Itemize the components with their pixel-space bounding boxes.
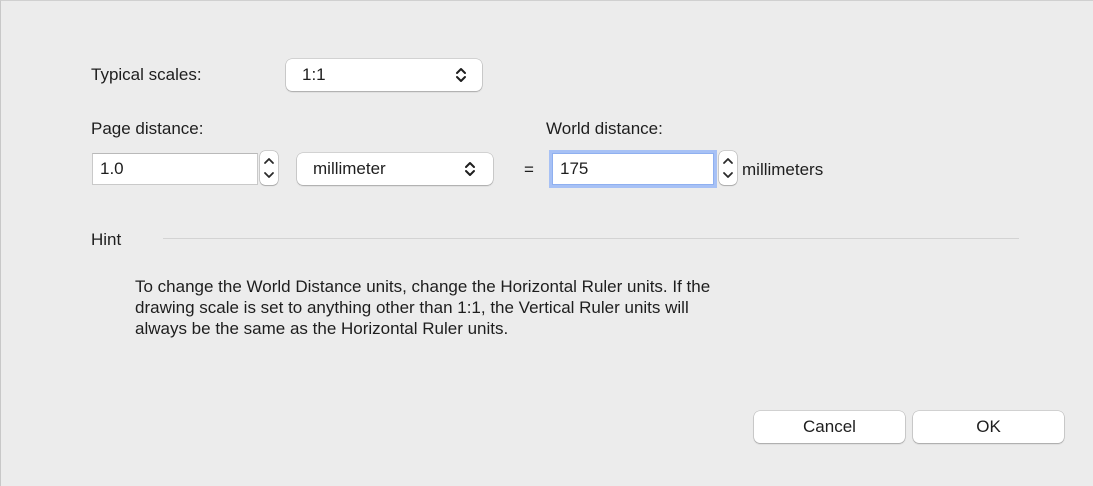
world-distance-stepper[interactable] [719, 151, 737, 185]
page-distance-label: Page distance: [91, 119, 204, 138]
up-down-chevron-icon [463, 159, 477, 179]
world-distance-input[interactable] [560, 159, 713, 179]
chevron-up-icon[interactable] [719, 153, 737, 168]
ok-button[interactable]: OK [913, 411, 1064, 443]
cancel-button[interactable]: Cancel [754, 411, 905, 443]
chevron-down-icon[interactable] [719, 168, 737, 183]
world-distance-field[interactable] [552, 153, 714, 185]
hint-line-1: To change the World Distance units, chan… [135, 277, 711, 296]
page-distance-field[interactable] [92, 153, 258, 185]
hint-heading: Hint [91, 230, 122, 249]
chevron-up-icon[interactable] [260, 153, 278, 168]
hint-separator [163, 238, 1019, 239]
drawing-scale-dialog: Typical scales: 1:1 Page distance: milli… [0, 0, 1093, 486]
page-distance-unit-popup[interactable]: millimeter [297, 153, 493, 185]
world-distance-label: World distance: [546, 119, 663, 138]
world-distance-unit-label: millimeters [742, 160, 824, 179]
typical-scales-value: 1:1 [302, 65, 326, 84]
up-down-chevron-icon [454, 65, 468, 85]
page-distance-unit-value: millimeter [313, 159, 386, 178]
hint-line-2: drawing scale is set to anything other t… [135, 298, 689, 317]
typical-scales-label: Typical scales: [91, 65, 202, 84]
page-distance-stepper[interactable] [260, 151, 278, 185]
equals-sign: = [524, 160, 534, 179]
hint-line-3: always be the same as the Horizontal Rul… [135, 319, 509, 338]
page-distance-input[interactable] [100, 159, 257, 179]
typical-scales-popup[interactable]: 1:1 [286, 59, 482, 91]
chevron-down-icon[interactable] [260, 168, 278, 183]
hint-text: To change the World Distance units, chan… [135, 276, 995, 339]
